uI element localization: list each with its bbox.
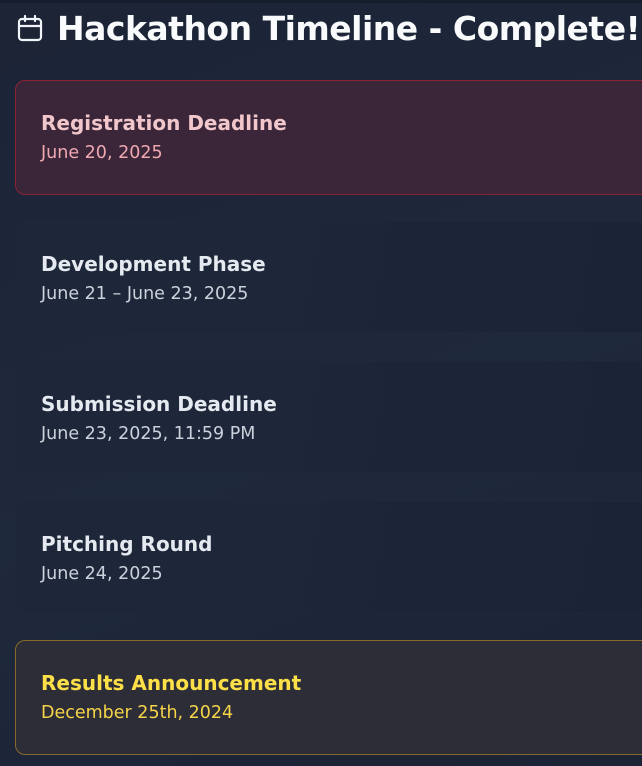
timeline-item-title: Submission Deadline	[41, 392, 277, 416]
calendar-icon	[16, 14, 44, 42]
timeline-item-title: Registration Deadline	[41, 111, 287, 135]
timeline-item-date: June 23, 2025, 11:59 PM	[41, 424, 256, 444]
timeline-item-results: Results Announcement December 25th, 2024	[15, 640, 642, 755]
timeline-item-date: December 25th, 2024	[41, 703, 234, 723]
page-title: Hackathon Timeline - Complete!	[57, 8, 641, 48]
timeline-item-date: June 21 – June 23, 2025	[41, 284, 249, 304]
timeline-item-title: Development Phase	[41, 252, 266, 276]
timeline-item-development: Development Phase June 21 – June 23, 202…	[15, 221, 642, 333]
timeline-item-title: Pitching Round	[41, 532, 213, 556]
page-header: Hackathon Timeline - Complete!	[16, 8, 641, 48]
timeline-item-date: June 24, 2025	[41, 564, 163, 584]
timeline-item-submission: Submission Deadline June 23, 2025, 11:59…	[15, 361, 642, 473]
timeline-item-pitching: Pitching Round June 24, 2025	[15, 501, 642, 613]
timeline-item-date: June 20, 2025	[41, 143, 163, 163]
timeline-item-registration: Registration Deadline June 20, 2025	[15, 80, 642, 195]
top-edge	[0, 0, 642, 3]
timeline-item-title: Results Announcement	[41, 671, 302, 695]
